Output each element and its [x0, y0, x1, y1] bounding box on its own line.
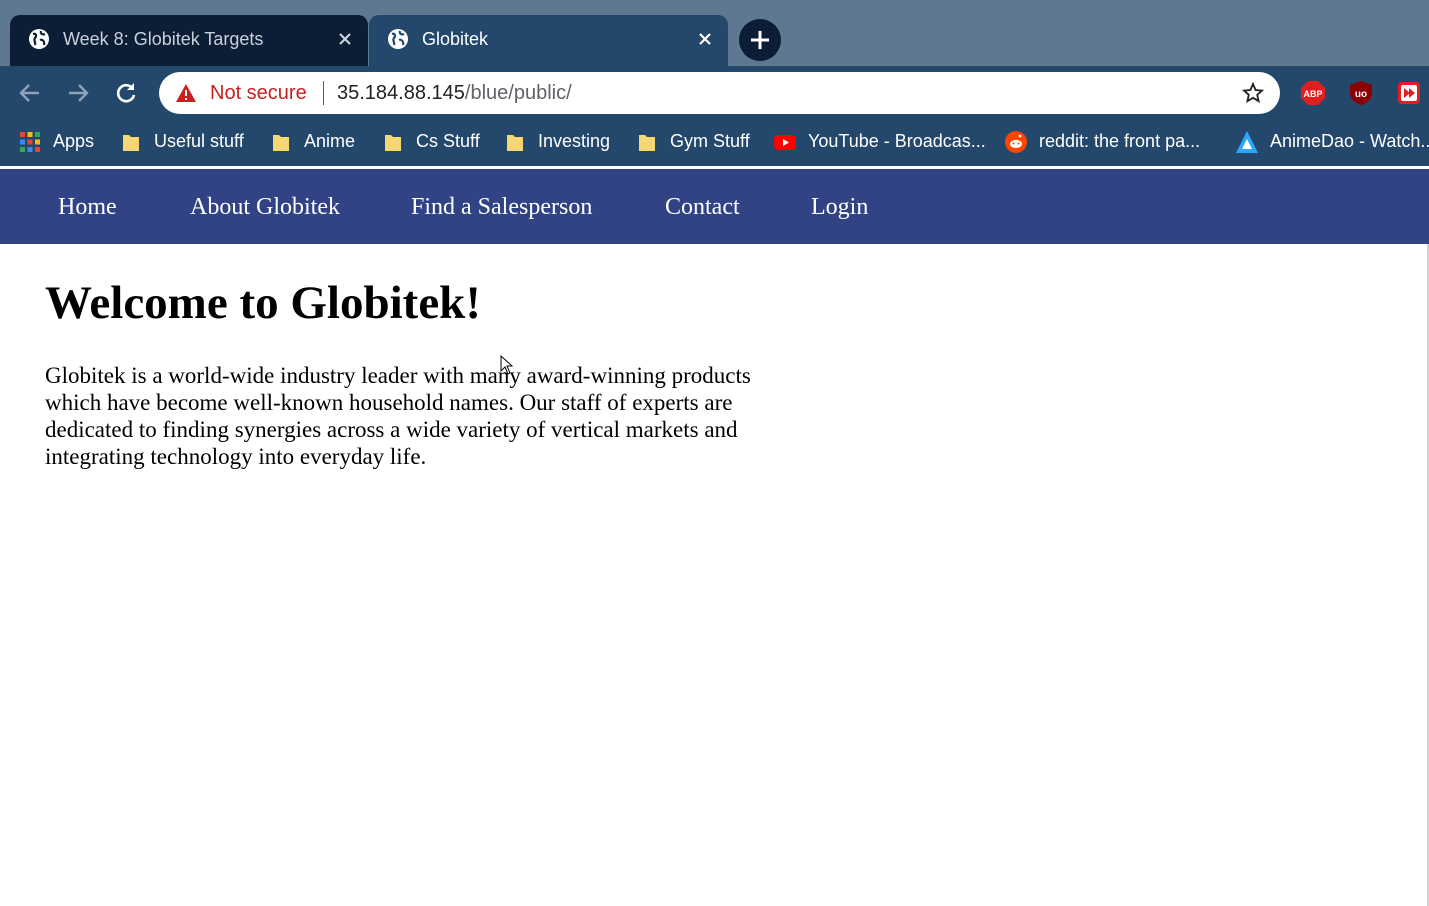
globe-icon	[29, 29, 49, 49]
folder-icon	[507, 135, 523, 151]
page-title: Welcome to Globitek!	[45, 277, 481, 329]
plus-icon	[751, 31, 769, 49]
folder-icon	[385, 135, 401, 151]
folder-icon	[123, 135, 139, 151]
nav-link-contact[interactable]: Contact	[665, 194, 740, 221]
forward-arrow-icon[interactable]	[65, 80, 91, 106]
bookmark-label: AnimeDao - Watch...	[1270, 131, 1429, 151]
ublock-icon[interactable]: uo	[1348, 80, 1374, 106]
close-icon[interactable]	[696, 30, 714, 48]
bookmark-label: YouTube - Broadcas...	[808, 131, 986, 151]
folder-icon	[639, 135, 655, 151]
reddit-icon	[1005, 131, 1027, 153]
browser-tab-strip: Week 8: Globitek Targets Globitek	[0, 0, 1429, 66]
nav-link-about[interactable]: About Globitek	[190, 194, 340, 221]
back-arrow-icon[interactable]	[17, 80, 43, 106]
bookmark-label: reddit: the front pa...	[1039, 131, 1201, 151]
bookmark-label: Apps	[53, 131, 95, 151]
media-icon[interactable]	[1396, 80, 1422, 106]
abp-icon[interactable]: ABP	[1300, 80, 1326, 106]
animedao-icon	[1236, 131, 1258, 153]
mouse-cursor-icon	[500, 355, 514, 375]
star-icon[interactable]	[1242, 82, 1264, 104]
intro-paragraph: Globitek is a world-wide industry leader…	[45, 363, 751, 469]
close-icon[interactable]	[336, 30, 354, 48]
browser-toolbar: Not secure 35.184.88.145/blue/public/ AB…	[0, 66, 1429, 118]
url-text[interactable]: 35.184.88.145/blue/public/	[337, 82, 572, 105]
apps-grid-icon	[20, 132, 40, 152]
bookmarks-bar: Apps Useful stuff Anime Cs Stuff Investi…	[0, 118, 1429, 166]
tab-title: Globitek	[422, 29, 489, 49]
globe-icon	[388, 29, 408, 49]
bookmark-label: Anime	[304, 131, 356, 151]
url-path: /blue/public/	[464, 82, 572, 104]
site-nav: Home About Globitek Find a Salesperson C…	[0, 169, 1429, 244]
bookmark-label: Investing	[538, 131, 611, 151]
tab-title: Week 8: Globitek Targets	[63, 29, 264, 49]
bookmark-label: Cs Stuff	[416, 131, 480, 151]
youtube-icon	[774, 135, 796, 150]
omnibox-divider	[323, 81, 324, 105]
nav-link-login[interactable]: Login	[811, 194, 868, 221]
warning-icon[interactable]	[175, 83, 197, 103]
url-host: 35.184.88.145	[337, 82, 465, 104]
not-secure-label[interactable]: Not secure	[210, 82, 307, 105]
svg-text:ABP: ABP	[1303, 89, 1322, 99]
address-bar[interactable]: Not secure 35.184.88.145/blue/public/	[159, 72, 1280, 114]
tab-globitek[interactable]: Globitek	[369, 15, 728, 66]
reload-icon[interactable]	[113, 80, 139, 106]
folder-icon	[273, 135, 289, 151]
bookmark-label: Useful stuff	[154, 131, 244, 151]
nav-link-home[interactable]: Home	[58, 194, 117, 221]
new-tab-button[interactable]	[739, 19, 781, 61]
svg-text:uo: uo	[1355, 89, 1367, 100]
nav-link-find-salesperson[interactable]: Find a Salesperson	[411, 194, 592, 221]
tab-week8-globitek-targets[interactable]: Week 8: Globitek Targets	[10, 15, 368, 66]
bookmark-label: Gym Stuff	[670, 131, 750, 151]
